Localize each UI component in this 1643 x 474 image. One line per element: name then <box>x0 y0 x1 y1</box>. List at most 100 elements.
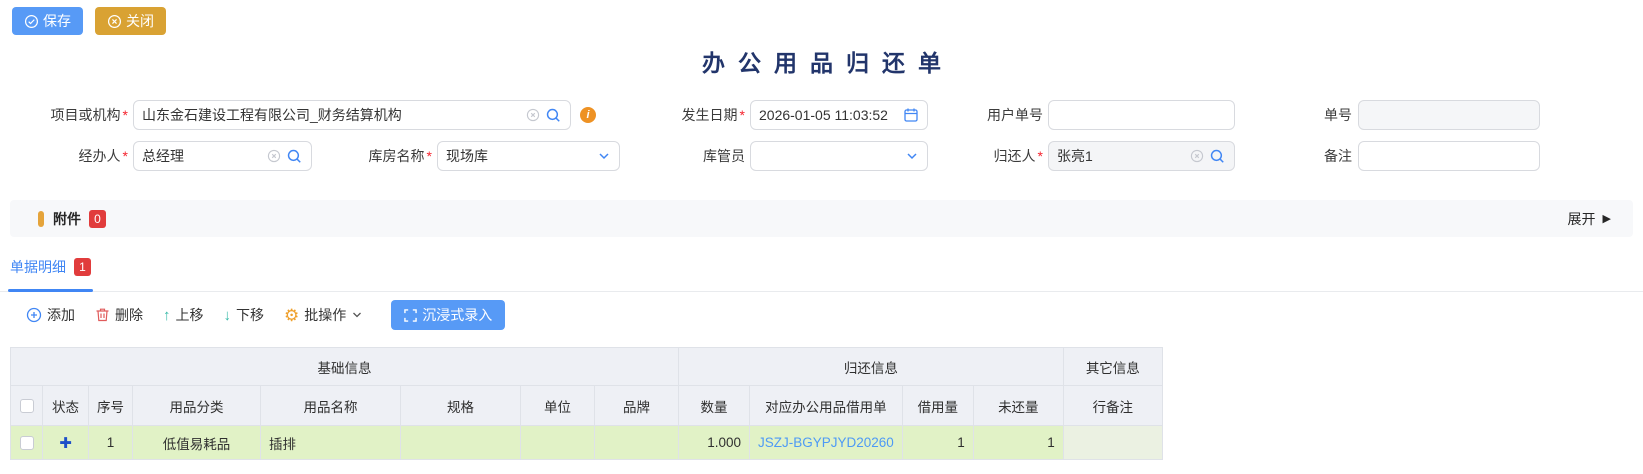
tab-divider <box>0 291 1643 292</box>
search-icon[interactable] <box>1209 148 1226 165</box>
expand-label: 展开 <box>1568 209 1596 229</box>
row-name-cell[interactable]: 插排 <box>261 426 401 460</box>
date-label: 发生日期* <box>630 100 745 130</box>
active-tab-underline <box>8 289 93 292</box>
required-marker: * <box>427 148 432 164</box>
clear-icon[interactable] <box>1190 149 1204 163</box>
order-no-field <box>1358 100 1540 130</box>
row-brand-cell[interactable] <box>595 426 679 460</box>
move-up-button[interactable]: ↑ 上移 <box>163 305 204 325</box>
row-select-cell <box>11 426 43 460</box>
chevron-down-icon <box>597 149 611 163</box>
user-order-no-field[interactable] <box>1048 100 1235 130</box>
chevron-down-icon <box>351 309 363 321</box>
required-marker: * <box>123 107 128 123</box>
column-header-row: 状态 序号 用品分类 用品名称 规格 单位 品牌 数量 对应办公用品借用单 借用… <box>11 386 1163 426</box>
required-marker: * <box>1038 148 1043 164</box>
warehouse-value: 现场库 <box>446 146 593 166</box>
row-category-cell[interactable]: 低值易耗品 <box>133 426 261 460</box>
save-button[interactable]: 保存 <box>12 7 83 35</box>
office-supplies-return-form: 保存 关闭 办公用品归还单 项目或机构* 山东金石建设工程有限公司_财务结算机构… <box>0 0 1643 474</box>
row-unreturned-qty-cell: 1 <box>973 426 1063 460</box>
row-borrow-qty-cell: 1 <box>902 426 973 460</box>
arrow-down-icon: ↓ <box>224 307 232 324</box>
gear-icon: ⚙ <box>284 307 299 324</box>
attachment-bar: 附件 0 展开 ▶ <box>10 200 1633 237</box>
expand-toggle[interactable]: 展开 ▶ <box>1568 209 1611 229</box>
warehouse-name-select[interactable]: 现场库 <box>437 141 620 171</box>
occur-date-field[interactable]: 2026-01-05 11:03:52 <box>750 100 928 130</box>
col-borrow-qty: 借用量 <box>902 386 973 426</box>
batch-operations-menu[interactable]: ⚙ 批操作 <box>284 305 363 325</box>
project-or-org-field[interactable]: 山东金石建设工程有限公司_财务结算机构 <box>133 100 571 130</box>
add-row-button[interactable]: 添加 <box>26 305 75 325</box>
tab-detail-label: 单据明细 <box>10 257 66 277</box>
returner-field[interactable]: 张亮1 <box>1048 141 1235 171</box>
clear-icon[interactable] <box>526 108 540 122</box>
row-seq-cell: 1 <box>89 426 133 460</box>
col-unreturned-qty: 未还量 <box>973 386 1063 426</box>
row-quantity-cell[interactable]: 1.000 <box>679 426 750 460</box>
col-borrow-order: 对应办公用品借用单 <box>750 386 903 426</box>
select-all-checkbox[interactable] <box>20 399 34 413</box>
row-unit-cell[interactable] <box>521 426 595 460</box>
calendar-icon[interactable] <box>903 107 919 123</box>
check-circle-icon <box>24 14 39 29</box>
remark-field[interactable] <box>1358 141 1540 171</box>
col-brand: 品牌 <box>595 386 679 426</box>
group-header-row: 基础信息 归还信息 其它信息 <box>11 348 1163 386</box>
warehouse-keeper-select[interactable] <box>750 141 928 171</box>
group-basic-info: 基础信息 <box>11 348 679 386</box>
remark-label: 备注 <box>1240 141 1352 171</box>
detail-count-badge: 1 <box>74 258 91 276</box>
tab-detail[interactable]: 单据明细 1 <box>10 257 91 277</box>
save-button-label: 保存 <box>43 11 71 31</box>
group-other-info: 其它信息 <box>1063 348 1162 386</box>
row-status-cell: ✚ <box>43 426 89 460</box>
user-order-label: 用户单号 <box>930 100 1043 130</box>
attachment-count-badge: 0 <box>89 210 106 228</box>
row-checkbox[interactable] <box>20 436 34 450</box>
info-icon[interactable]: i <box>580 107 596 123</box>
x-circle-icon <box>107 14 122 29</box>
borrow-order-link[interactable]: JSZJ-BGYPJYD20260 <box>758 435 894 450</box>
delete-row-button[interactable]: 删除 <box>95 305 143 325</box>
col-status: 状态 <box>43 386 89 426</box>
required-marker: * <box>740 107 745 123</box>
row-spec-cell[interactable] <box>401 426 521 460</box>
detail-toolbar: 添加 删除 ↑ 上移 ↓ 下移 ⚙ 批操作 沉浸式录入 <box>26 299 505 331</box>
fullscreen-corners-icon <box>404 309 417 322</box>
required-marker: * <box>123 148 128 164</box>
clear-icon[interactable] <box>267 149 281 163</box>
select-all-cell <box>11 386 43 426</box>
search-icon[interactable] <box>545 107 562 124</box>
col-unit: 单位 <box>521 386 595 426</box>
chevron-down-icon <box>905 149 919 163</box>
col-row-remark: 行备注 <box>1063 386 1162 426</box>
triangle-right-icon: ▶ <box>1603 212 1611 225</box>
handler-field[interactable]: 总经理 <box>133 141 312 171</box>
page-title: 办公用品归还单 <box>689 44 954 78</box>
project-value: 山东金石建设工程有限公司_财务结算机构 <box>142 105 522 125</box>
section-marker <box>38 211 44 227</box>
handler-label: 经办人* <box>0 141 128 171</box>
row-remark-cell[interactable] <box>1063 426 1162 460</box>
warehouse-label: 库房名称* <box>300 141 432 171</box>
col-spec: 规格 <box>401 386 521 426</box>
close-button[interactable]: 关闭 <box>95 7 166 35</box>
detail-table: 基础信息 归还信息 其它信息 状态 序号 用品分类 用品名称 规格 单位 品牌 … <box>10 347 1163 460</box>
circle-plus-icon <box>26 307 42 323</box>
date-value: 2026-01-05 11:03:52 <box>759 107 899 123</box>
returner-label: 归还人* <box>930 141 1043 171</box>
returner-value: 张亮1 <box>1057 146 1186 166</box>
order-no-label: 单号 <box>1240 100 1352 130</box>
plus-status-icon[interactable]: ✚ <box>59 435 72 452</box>
col-quantity: 数量 <box>679 386 750 426</box>
close-button-label: 关闭 <box>126 11 154 31</box>
project-label: 项目或机构* <box>0 100 128 130</box>
immersive-entry-button[interactable]: 沉浸式录入 <box>391 300 505 330</box>
move-down-button[interactable]: ↓ 下移 <box>224 305 265 325</box>
arrow-up-icon: ↑ <box>163 307 171 324</box>
table-row: ✚ 1 低值易耗品 插排 1.000 JSZJ-BGYPJYD20260 1 1 <box>11 426 1163 460</box>
col-category: 用品分类 <box>133 386 261 426</box>
